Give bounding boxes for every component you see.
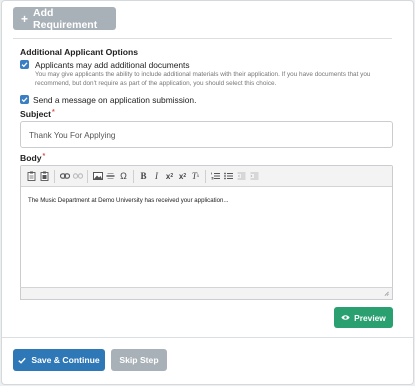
resize-handle-icon[interactable]	[384, 291, 389, 296]
decrease-indent-icon[interactable]	[236, 171, 247, 182]
editor-toolbar: Ω B I x2 x2 Tx	[21, 166, 392, 187]
send-message-checkbox[interactable]	[20, 95, 29, 104]
editor-content[interactable]: The Music Department at Demo University …	[21, 187, 392, 214]
bold-icon[interactable]: B	[138, 171, 149, 182]
special-char-icon[interactable]: Ω	[118, 171, 129, 182]
add-requirement-button[interactable]: + Add Requirement	[13, 6, 116, 31]
send-message-label: Send a message on application submission…	[33, 95, 197, 105]
image-icon[interactable]	[92, 171, 103, 182]
paste-word-icon[interactable]	[39, 171, 50, 182]
check-icon	[18, 357, 27, 364]
paste-text-icon[interactable]	[26, 171, 37, 182]
rich-text-editor: Ω B I x2 x2 Tx The Music Department at D…	[20, 165, 393, 300]
form-panel: + Add Requirement Additional Applicant O…	[1, 0, 414, 385]
required-mark: *	[42, 153, 46, 160]
unlink-icon[interactable]	[72, 171, 83, 182]
subscript-icon[interactable]: x2	[164, 171, 175, 182]
required-mark: *	[52, 109, 55, 116]
editor-statusbar	[20, 287, 393, 300]
body-label: Body*	[20, 153, 45, 163]
numbered-list-icon[interactable]	[210, 171, 221, 182]
bulleted-list-icon[interactable]	[223, 171, 234, 182]
remove-format-icon[interactable]: Tx	[190, 171, 201, 182]
increase-indent-icon[interactable]	[249, 171, 260, 182]
skip-step-button[interactable]: Skip Step	[111, 349, 167, 371]
footer-divider	[2, 337, 413, 338]
plus-icon: +	[21, 11, 29, 26]
allow-documents-checkbox[interactable]	[20, 60, 29, 69]
divider	[13, 38, 392, 39]
subject-input[interactable]: Thank You For Applying	[20, 121, 393, 148]
save-continue-label: Save & Continue	[31, 355, 100, 365]
toolbar-separator	[87, 169, 88, 183]
preview-button[interactable]: Preview	[334, 307, 393, 328]
italic-icon[interactable]: I	[151, 171, 162, 182]
add-requirement-label: Add Requirement	[33, 6, 98, 31]
save-continue-button[interactable]: Save & Continue	[13, 349, 105, 371]
eye-icon	[341, 315, 350, 320]
body-label-text: Body	[20, 153, 42, 163]
horizontal-rule-icon[interactable]	[105, 171, 116, 182]
allow-documents-help: You may give applicants the ability to i…	[35, 71, 371, 87]
preview-label: Preview	[354, 312, 386, 323]
toolbar-separator	[133, 169, 134, 183]
section-title: Additional Applicant Options	[20, 47, 139, 57]
checkmark-icon	[21, 97, 28, 103]
subject-label: Subject*	[20, 109, 55, 119]
toolbar-separator	[54, 169, 55, 183]
superscript-icon[interactable]: x2	[177, 171, 188, 182]
toolbar-separator	[205, 169, 206, 183]
subject-label-text: Subject	[20, 109, 52, 119]
allow-documents-label: Applicants may add additional documents	[35, 60, 190, 70]
link-icon[interactable]	[59, 171, 70, 182]
checkmark-icon	[21, 62, 28, 68]
